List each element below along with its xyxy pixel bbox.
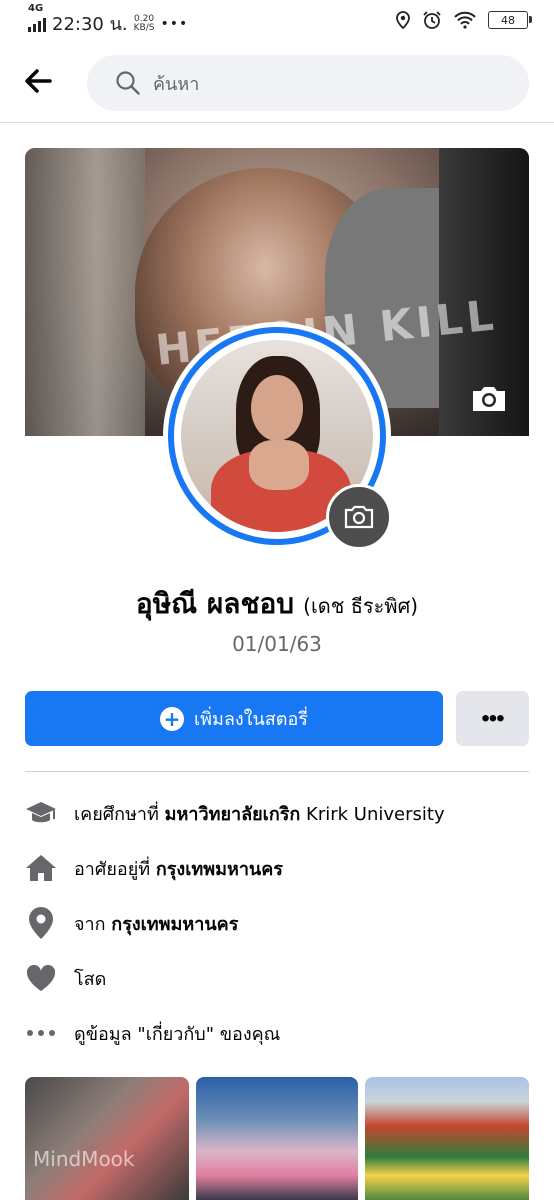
header-divider (0, 122, 554, 123)
back-button[interactable] (22, 66, 62, 100)
detail-education: เคยศึกษาที่ มหาวิทยาลัยเกริก Krirk Unive… (25, 793, 529, 833)
detail-from: จาก กรุงเทพมหานคร (25, 903, 529, 943)
more-horizontal-icon (27, 1030, 55, 1036)
name-alternate: (เดช ธีระพิศ) (303, 594, 419, 618)
camera-icon (344, 505, 374, 529)
home-icon (26, 855, 56, 881)
section-divider (25, 771, 529, 772)
arrow-left-icon (25, 69, 52, 93)
status-bar: 4G 22:30 น. 0.20 KB/S ••• 48 (0, 0, 554, 44)
photo-thumbnail[interactable] (196, 1077, 358, 1200)
search-input[interactable] (151, 69, 495, 99)
wifi-icon (454, 11, 476, 29)
search-bar[interactable] (87, 55, 529, 111)
profile-name: อุษิณี ผลชอบ (เดช ธีระพิศ) (0, 582, 554, 626)
network-speed: 0.20 KB/S (133, 13, 155, 33)
graduation-cap-icon (26, 802, 56, 823)
heart-icon (26, 964, 56, 991)
signal-icon (28, 16, 46, 32)
photo-grid: MindMook (25, 1077, 529, 1200)
alarm-icon (423, 11, 441, 29)
plus-circle-icon: + (160, 706, 185, 731)
location-icon (396, 11, 410, 29)
photo-thumbnail[interactable] (365, 1077, 529, 1200)
add-to-story-label: เพิ่มลงในสตอรี่ (194, 709, 308, 730)
edit-cover-button[interactable] (469, 382, 509, 416)
edit-profile-picture-button[interactable] (326, 484, 392, 550)
camera-icon (473, 387, 505, 411)
profile-bio: 01/01/63 (232, 632, 322, 656)
detail-relationship: โสด (25, 958, 529, 998)
photo-watermark: MindMook (33, 1147, 135, 1171)
see-about-link[interactable]: ดูข้อมูล "เกี่ยวกับ" ของคุณ (25, 1013, 529, 1053)
location-pin-icon (29, 907, 53, 939)
battery-icon: 48 (488, 11, 532, 29)
more-dots-icon: ••• (481, 704, 504, 732)
search-icon (116, 71, 140, 95)
add-to-story-button[interactable]: + เพิ่มลงในสตอรี่ (25, 691, 443, 746)
detail-lives-in: อาศัยอยู่ที่ กรุงเทพมหานคร (25, 848, 529, 888)
clock: 22:30 น. (52, 14, 128, 35)
photo-thumbnail[interactable]: MindMook (25, 1077, 189, 1200)
more-status-icon: ••• (160, 15, 189, 32)
name-primary: อุษิณี ผลชอบ (135, 587, 295, 620)
more-options-button[interactable]: ••• (456, 691, 529, 746)
